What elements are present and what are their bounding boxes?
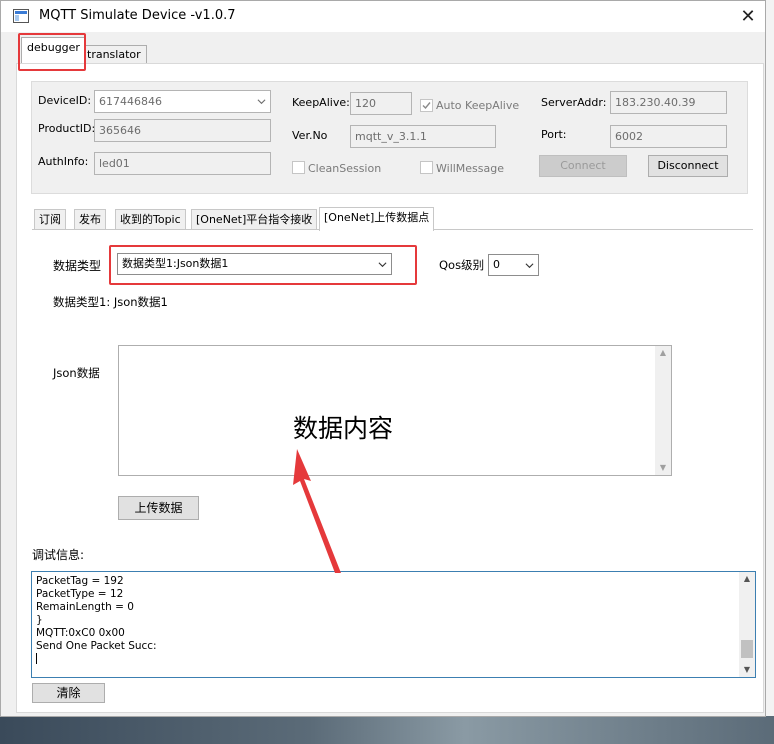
tab-publish[interactable]: 发布 xyxy=(74,209,106,230)
debug-info-label: 调试信息: xyxy=(32,548,85,562)
debug-log[interactable]: PacketTag = 192 PacketType = 12 RemainLe… xyxy=(31,571,756,678)
tab-onenet-commands[interactable]: [OneNet]平台指令接收 xyxy=(191,209,318,230)
close-icon[interactable]: ✕ xyxy=(731,1,765,32)
debug-line: PacketType = 12 xyxy=(36,588,124,600)
data-type-description: 数据类型1: Json数据1 xyxy=(53,295,168,309)
debug-line: MQTT:0xC0 0x00 xyxy=(36,627,125,639)
title-bar: MQTT Simulate Device -v1.0.7 ✕ xyxy=(1,1,765,32)
json-data-textarea[interactable]: ▲ ▼ xyxy=(118,345,672,476)
qos-label: Qos级别 xyxy=(439,258,485,272)
port-field[interactable]: 6002 xyxy=(610,125,727,148)
qos-selected: 0 xyxy=(493,258,500,271)
highlight-debugger-tab xyxy=(18,33,86,71)
clear-button[interactable]: 清除 xyxy=(32,683,105,703)
json-scrollbar[interactable]: ▲ ▼ xyxy=(655,346,671,475)
background-window-right xyxy=(765,0,774,744)
server-addr-label: ServerAddr: xyxy=(541,96,607,109)
json-data-label: Json数据 xyxy=(53,366,100,380)
text-cursor xyxy=(36,653,37,664)
data-type-label: 数据类型 xyxy=(53,259,102,273)
ver-field[interactable]: mqtt_v_3.1.1 xyxy=(350,125,496,148)
scroll-up-icon[interactable]: ▲ xyxy=(655,346,671,360)
debug-line: Send One Packet Succ: xyxy=(36,640,157,652)
checkmark-icon xyxy=(422,102,431,110)
tab-received-topic[interactable]: 收到的Topic xyxy=(115,209,186,230)
debug-line: } xyxy=(36,614,43,626)
connect-button[interactable]: Connect xyxy=(539,155,627,177)
chevron-down-icon xyxy=(525,263,534,269)
scroll-thumb[interactable] xyxy=(741,640,753,658)
content-annotation: 数据内容 xyxy=(293,414,394,443)
ver-label: Ver.No xyxy=(292,129,328,142)
highlight-data-type xyxy=(109,245,417,285)
debug-line: RemainLength = 0 xyxy=(36,601,134,613)
tab-translator[interactable]: translator xyxy=(81,45,147,64)
keepalive-label: KeepAlive: xyxy=(292,96,350,109)
clean-session-label: CleanSession xyxy=(308,162,382,175)
tab-subscribe[interactable]: 订阅 xyxy=(34,209,66,230)
arrow-annotation xyxy=(293,449,341,573)
device-id-label: DeviceID: xyxy=(38,94,92,107)
app-window: MQTT Simulate Device -v1.0.7 ✕ debugger … xyxy=(0,0,766,717)
upload-data-button[interactable]: 上传数据 xyxy=(118,496,199,520)
device-id-value: 617446846 xyxy=(99,95,162,108)
clean-session-checkbox[interactable] xyxy=(292,161,305,174)
scroll-down-icon[interactable]: ▼ xyxy=(739,663,755,677)
desktop-background-bottom xyxy=(0,716,774,744)
disconnect-button[interactable]: Disconnect xyxy=(648,155,728,177)
scroll-down-icon[interactable]: ▼ xyxy=(655,461,671,475)
port-label: Port: xyxy=(541,128,567,141)
tab-onenet-upload[interactable]: [OneNet]上传数据点 xyxy=(319,207,435,231)
app-icon xyxy=(13,9,29,23)
chevron-down-icon xyxy=(257,99,266,105)
keepalive-field[interactable]: 120 xyxy=(350,92,412,115)
scroll-up-icon[interactable]: ▲ xyxy=(739,572,755,586)
server-addr-field[interactable]: 183.230.40.39 xyxy=(610,91,727,114)
debug-scrollbar[interactable]: ▲ ▼ xyxy=(739,572,755,677)
product-id-label: ProductID: xyxy=(38,122,96,135)
device-id-combo[interactable]: 617446846 xyxy=(94,90,271,113)
product-id-field[interactable]: 365646 xyxy=(94,119,271,142)
auth-info-field[interactable]: led01 xyxy=(94,152,271,175)
auth-info-label: AuthInfo: xyxy=(38,155,89,168)
connection-group: DeviceID: 617446846 ProductID: 365646 Au… xyxy=(31,81,748,194)
will-message-label: WillMessage xyxy=(436,162,505,175)
will-message-checkbox[interactable] xyxy=(420,161,433,174)
auto-keepalive-label: Auto KeepAlive xyxy=(436,99,520,112)
debug-line: PacketTag = 192 xyxy=(36,575,124,587)
window-title: MQTT Simulate Device -v1.0.7 xyxy=(39,8,236,23)
qos-select[interactable]: 0 xyxy=(488,254,539,276)
auto-keepalive-checkbox[interactable] xyxy=(420,99,433,112)
